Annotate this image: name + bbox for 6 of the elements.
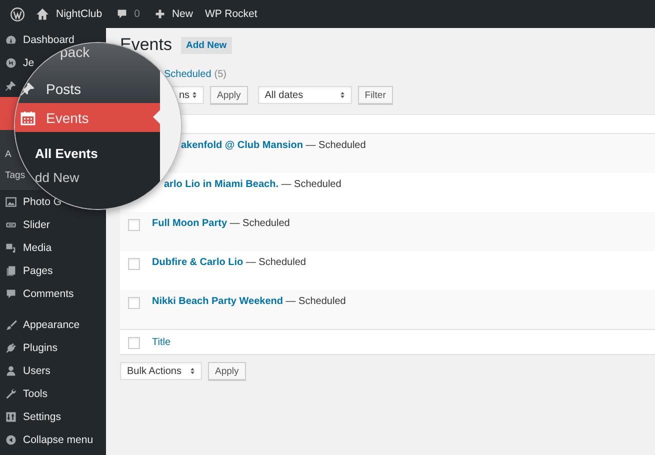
post-status: — Scheduled bbox=[286, 296, 346, 307]
post-status: — Scheduled bbox=[306, 140, 366, 151]
post-status: — Scheduled bbox=[230, 218, 290, 229]
post-status: — Scheduled bbox=[246, 257, 306, 268]
post-count: (5) bbox=[214, 68, 226, 80]
post-status: — Scheduled bbox=[281, 179, 342, 190]
